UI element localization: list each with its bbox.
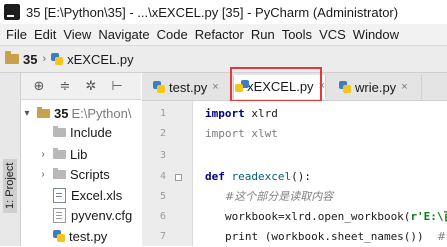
tree-item[interactable]: Include <box>37 122 112 142</box>
menu-view[interactable]: View <box>63 27 91 42</box>
hide-panel-icon[interactable]: ⊢ <box>109 78 125 94</box>
expand-arrow-icon[interactable]: ▾ <box>21 108 33 119</box>
line-number: 1 <box>159 108 166 119</box>
line-number: 2 <box>159 128 166 139</box>
menu-edit[interactable]: Edit <box>34 27 56 42</box>
tree-item[interactable]: › Lib <box>37 144 87 164</box>
excel-file-icon <box>53 187 66 203</box>
tree-root-label: 35 <box>54 105 69 121</box>
close-tab-icon[interactable]: × <box>319 80 325 92</box>
tree-item-label: Lib <box>70 146 88 162</box>
tree-item[interactable]: Excel.xls <box>49 185 122 205</box>
line-number: 5 <box>159 191 166 202</box>
editor-tabs: test.py × xEXCEL.py × wrie.py × <box>142 73 447 101</box>
python-file-icon <box>153 81 165 93</box>
window-title: 35 [E:\Python\35] - ...\xEXCEL.py [35] -… <box>26 4 399 20</box>
code-line: print (workbook.sheet_names()) #输出 <box>225 230 447 243</box>
tree-root[interactable]: ▾ 35 E:\Python\ <box>21 103 131 123</box>
code-line: import xlrd <box>205 107 278 120</box>
fold-marker-icon[interactable] <box>175 174 182 181</box>
menu-code[interactable]: Code <box>157 27 188 42</box>
pycharm-app-icon <box>4 4 20 20</box>
collapse-settings-icon[interactable]: ≑ <box>57 78 73 94</box>
menu-vcs[interactable]: VCS <box>319 27 346 42</box>
menu-window[interactable]: Window <box>353 27 399 42</box>
menu-refactor[interactable]: Refactor <box>195 27 244 42</box>
expand-arrow-icon[interactable]: › <box>37 149 49 160</box>
folder-icon <box>53 167 66 179</box>
project-panel-toolbar: ⊕ ≑ ✲ ⊢ <box>21 73 141 100</box>
tree-item-label: Include <box>70 124 112 140</box>
menu-navigate[interactable]: Navigate <box>98 27 149 42</box>
navigation-bar: 35 › xEXCEL.py <box>0 46 447 73</box>
tree-item-label: test.py <box>69 228 108 244</box>
project-tool-window-button[interactable]: 1: Project <box>3 158 17 213</box>
breadcrumb-project[interactable]: 35 <box>23 52 37 67</box>
line-number: 7 <box>159 231 166 242</box>
tab-wrie-py[interactable]: wrie.py × <box>332 75 422 99</box>
editor-gutter: 1 2 3 4 5 6 7 <box>142 101 193 246</box>
close-tab-icon[interactable]: × <box>401 81 407 93</box>
tree-item-label: Excel.xls <box>71 187 123 203</box>
close-tab-icon[interactable]: × <box>212 81 218 93</box>
python-file-icon <box>339 81 351 93</box>
tree-item-label: pyvenv.cfg <box>71 207 133 223</box>
line-number: 3 <box>159 150 166 161</box>
tab-label: test.py <box>169 79 208 95</box>
config-file-icon <box>53 207 66 223</box>
tree-item-label: Scripts <box>70 166 110 182</box>
project-folder-icon <box>5 51 19 64</box>
tree-item[interactable]: pyvenv.cfg <box>49 205 132 225</box>
tab-test-py[interactable]: test.py × <box>146 75 234 99</box>
code-line: def readexcel(): <box>205 170 311 183</box>
folder-icon <box>37 106 50 118</box>
code-line: import xlwt <box>205 127 278 140</box>
tool-window-stripe: 1: Project <box>0 73 21 246</box>
menu-file[interactable]: File <box>6 27 27 42</box>
locate-target-icon[interactable]: ⊕ <box>31 78 47 94</box>
tab-label: wrie.py <box>355 79 397 95</box>
tree-root-path: E:\Python\ <box>71 105 132 121</box>
menu-tools[interactable]: Tools <box>282 27 312 42</box>
project-tree: ▾ 35 E:\Python\ Include › Lib › Scripts … <box>21 100 141 246</box>
code-editor[interactable]: import xlrd import xlwt def readexcel():… <box>193 101 447 246</box>
code-line: #这个部分是读取内容 <box>225 190 334 203</box>
tree-item[interactable]: test.py <box>49 226 107 246</box>
folder-icon <box>53 147 66 159</box>
breadcrumb-separator-icon: › <box>42 53 47 65</box>
code-line: workbook=xlrd.open_workbook(r'E:\百 <box>225 210 447 223</box>
breadcrumb-file[interactable]: xEXCEL.py <box>67 52 133 67</box>
menu-bar: File Edit View Navigate Code Refactor Ru… <box>0 24 447 46</box>
folder-icon <box>53 125 66 137</box>
python-file-icon <box>53 230 65 242</box>
title-bar: 35 [E:\Python\35] - ...\xEXCEL.py [35] -… <box>0 0 447 25</box>
line-number: 4 <box>159 171 166 182</box>
tree-item[interactable]: › Scripts <box>37 164 110 184</box>
tab-label: xEXCEL.py <box>247 78 314 94</box>
python-file-icon <box>234 80 250 92</box>
tab-xexcel-py[interactable]: xEXCEL.py × <box>234 75 326 99</box>
line-number: 6 <box>159 211 166 222</box>
menu-run[interactable]: Run <box>251 27 275 42</box>
python-file-icon <box>51 53 64 65</box>
settings-gear-icon[interactable]: ✲ <box>83 78 99 94</box>
expand-arrow-icon[interactable]: › <box>37 169 49 180</box>
